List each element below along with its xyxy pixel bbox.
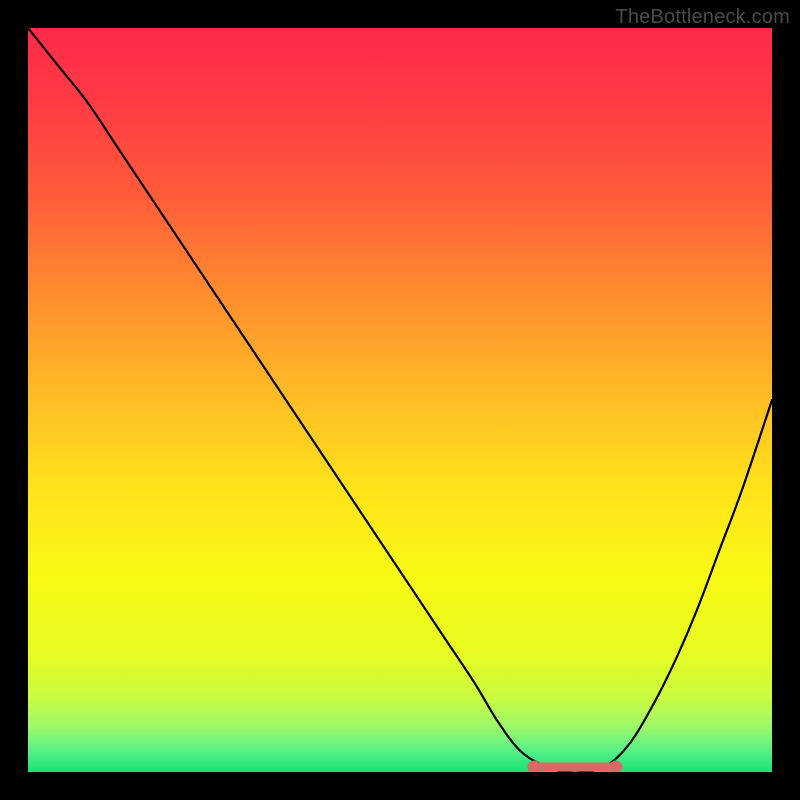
- optimal-region-start-dot: [528, 761, 540, 772]
- optimal-region-end-dot: [610, 761, 622, 772]
- bottleneck-curve: [28, 28, 772, 772]
- plot-area: [28, 28, 772, 772]
- chart-frame: TheBottleneck.com: [0, 0, 800, 800]
- watermark-text: TheBottleneck.com: [615, 6, 790, 29]
- curve-line: [28, 28, 772, 772]
